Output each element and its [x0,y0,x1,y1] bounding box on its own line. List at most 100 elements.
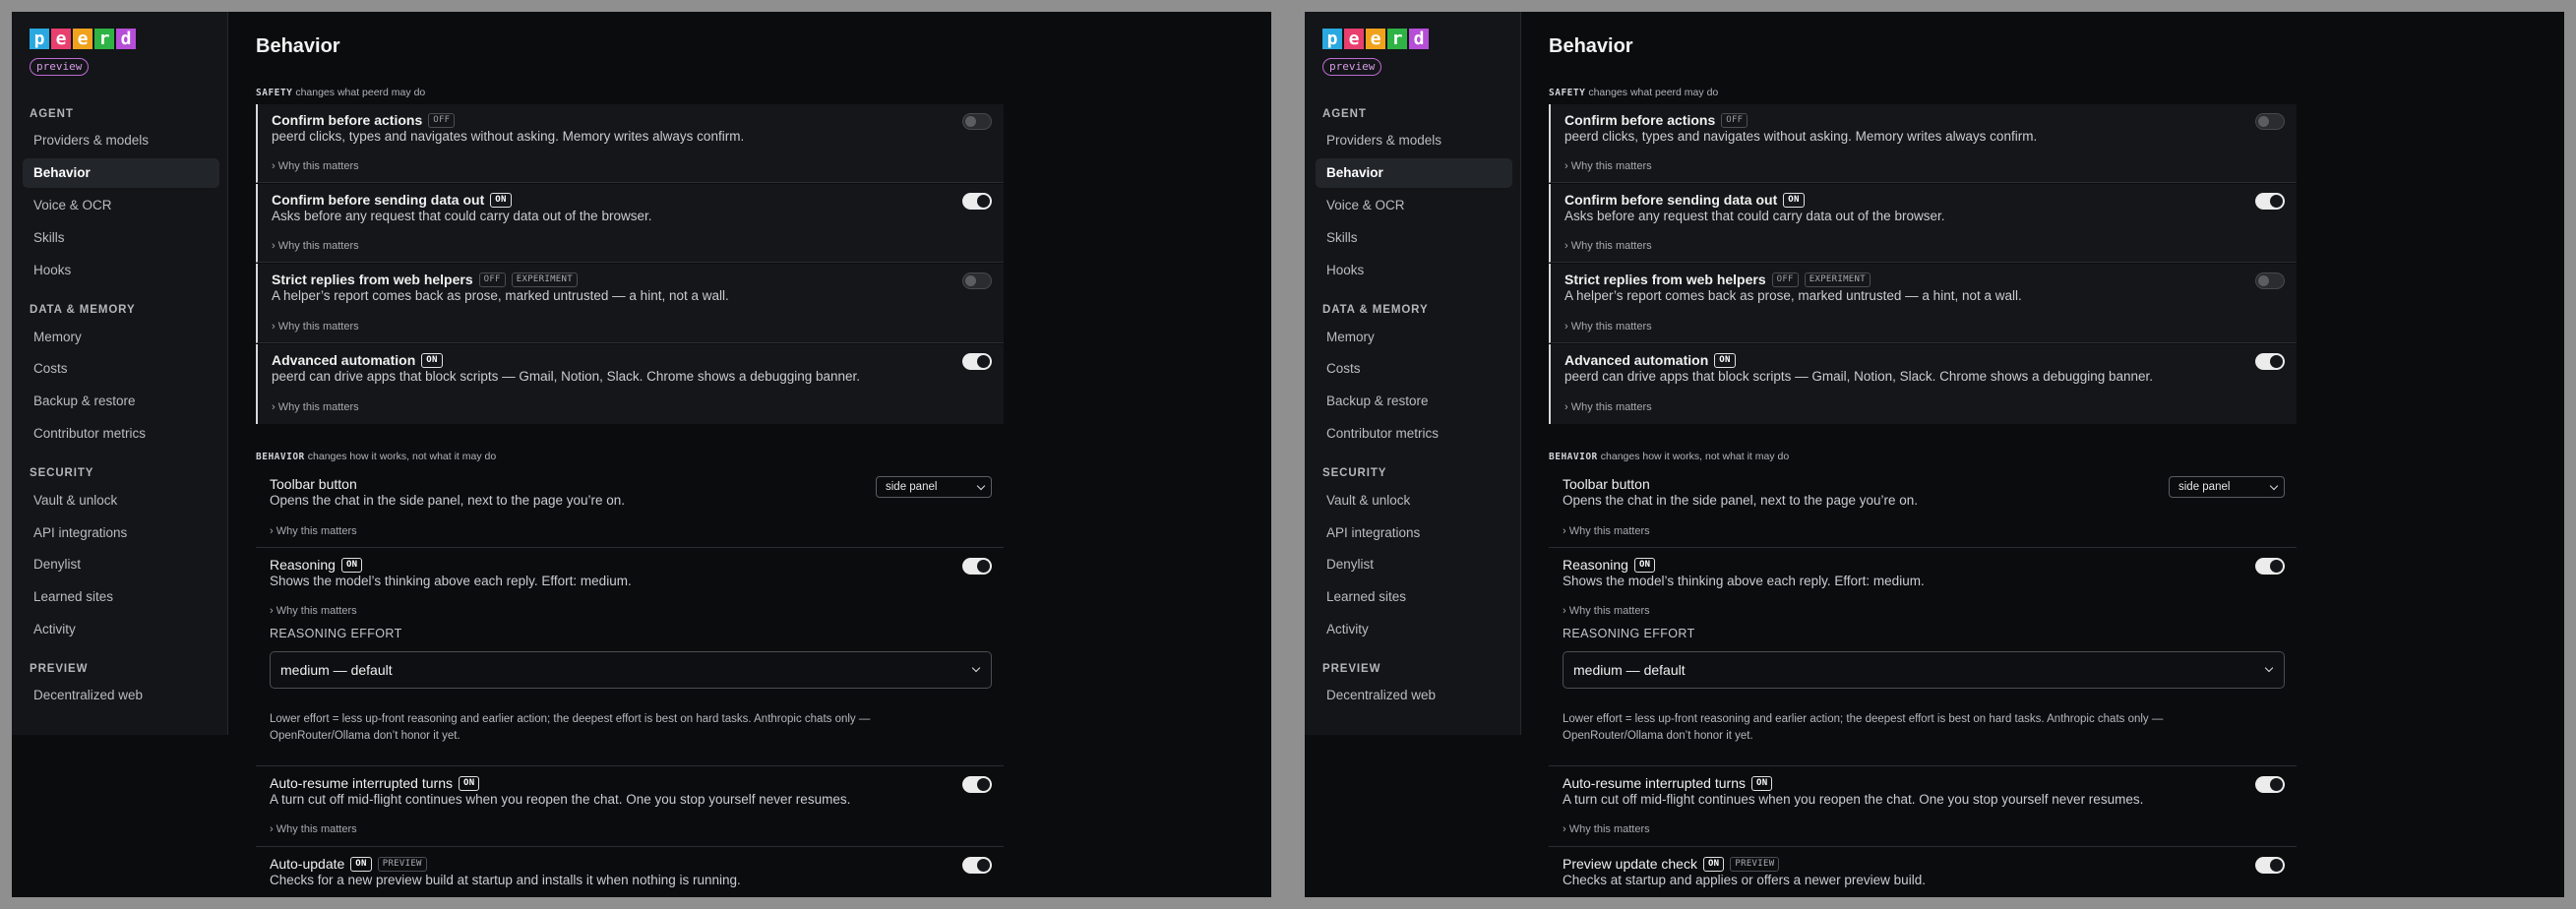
why-this-matters-link[interactable]: › Why this matters [1564,401,1652,413]
group-hint: changes how it works, not what it may do [1600,451,1790,462]
setting-title: Toolbar button [1563,476,1650,492]
status-badge: ON [1714,352,1736,368]
strict-replies-toggle[interactable] [962,273,992,289]
confirm-actions-toggle[interactable] [962,113,992,130]
toolbar-button-select[interactable]: side panel [2169,476,2285,498]
why-this-matters-link[interactable]: › Why this matters [1563,823,1650,835]
select-value: side panel [2178,481,2231,493]
advanced-automation-toggle[interactable] [2255,353,2285,370]
reasoning-effort-select[interactable]: medium — default [270,651,992,689]
select-value: medium — default [1573,662,1686,678]
why-this-matters-link[interactable]: › Why this matters [272,321,359,333]
setting-title: Confirm before actions OFF [1564,112,1748,128]
setting-toolbar-button: Toolbar button Opens the chat in the sid… [1549,468,2297,548]
reasoning-effort-select[interactable]: medium — default [1563,651,2285,689]
status-badge: ON [1750,775,1773,791]
sidebar: p e e r d preview AGENT Providers & mode… [12,12,228,735]
reasoning-toggle[interactable] [2255,558,2285,575]
auto-resume-toggle[interactable] [2255,776,2285,793]
sidebar-item-backup[interactable]: Backup & restore [1316,387,1512,416]
update-toggle[interactable] [2255,857,2285,874]
setting-toolbar-button: Toolbar button Opens the chat in the sid… [256,468,1004,548]
group-header-safety: SAFETY changes what peerd may do [1549,87,1718,98]
setting-title-text: Reasoning [1563,557,1628,573]
sidebar-item-denylist[interactable]: Denylist [23,550,219,579]
sidebar-item-decentralized-web[interactable]: Decentralized web [23,681,219,710]
toolbar-button-select[interactable]: side panel [876,476,992,498]
why-this-matters-link[interactable]: › Why this matters [270,525,357,537]
strict-replies-toggle[interactable] [2255,273,2285,289]
sidebar-item-vault[interactable]: Vault & unlock [23,486,219,515]
sidebar-item-denylist[interactable]: Denylist [1316,550,1512,579]
sidebar-item-activity[interactable]: Activity [1316,615,1512,644]
sidebar-item-voice-ocr[interactable]: Voice & OCR [1316,191,1512,220]
sidebar-item-hooks[interactable]: Hooks [1316,256,1512,285]
why-this-matters-link[interactable]: › Why this matters [270,605,357,617]
logo-letter-e: e [1344,29,1364,49]
group-label: SAFETY [256,88,293,98]
setting-update: Auto-update ON PREVIEW Checks for a new pr… [256,848,1004,897]
sidebar-item-skills[interactable]: Skills [1316,223,1512,253]
setting-title: Auto-resume interrupted turns ON [1563,775,1773,791]
sidebar-item-memory[interactable]: Memory [1316,323,1512,352]
sidebar-item-behavior[interactable]: Behavior [1316,158,1512,188]
why-this-matters-link[interactable]: › Why this matters [1564,321,1652,333]
setting-strict-replies: Strict replies from web helpers OFF EXPERI… [256,264,1004,343]
group-header-safety: SAFETY changes what peerd may do [256,87,425,98]
sidebar-item-hooks[interactable]: Hooks [23,256,219,285]
confirm-actions-toggle[interactable] [2255,113,2285,130]
sidebar-item-memory[interactable]: Memory [23,323,219,352]
status-badge: ON [421,352,443,368]
auto-resume-toggle[interactable] [962,776,992,793]
setting-description: A turn cut off mid-flight continues when… [1563,792,2144,807]
why-this-matters-link[interactable]: › Why this matters [1563,525,1650,537]
sidebar-item-voice-ocr[interactable]: Voice & OCR [23,191,219,220]
sidebar-item-costs[interactable]: Costs [23,354,219,384]
setting-confirm-data-out: Confirm before sending data out ON Asks b… [256,184,1004,263]
setting-title: Reasoning ON [1563,557,1656,573]
sidebar-item-contributor-metrics[interactable]: Contributor metrics [23,419,219,449]
setting-title-text: Preview update check [1563,856,1697,872]
reasoning-toggle[interactable] [962,558,992,575]
setting-confirm-actions: Confirm before actions OFF peerd clicks, … [256,104,1004,183]
page-title: Behavior [1549,35,1633,57]
sidebar-section-agent: AGENT [1322,108,1367,120]
why-this-matters-link[interactable]: › Why this matters [1564,240,1652,252]
confirm-data-out-toggle[interactable] [962,193,992,210]
sidebar-item-backup[interactable]: Backup & restore [23,387,219,416]
update-toggle[interactable] [962,857,992,874]
sidebar-item-activity[interactable]: Activity [23,615,219,644]
why-this-matters-link[interactable]: › Why this matters [270,823,357,835]
setting-title-text: Confirm before actions [272,112,423,128]
sidebar-item-contributor-metrics[interactable]: Contributor metrics [1316,419,1512,449]
chevron-down-icon [976,481,986,491]
sidebar-item-api-integrations[interactable]: API integrations [23,518,219,548]
setting-strict-replies: Strict replies from web helpers OFF EXPERI… [1549,264,2297,343]
why-this-matters-link[interactable]: › Why this matters [1564,160,1652,172]
status-badge: ON [340,557,363,573]
sidebar-item-providers[interactable]: Providers & models [23,126,219,155]
preview-tag: PREVIEW [1730,856,1780,872]
setting-title-text: Reasoning [270,557,336,573]
sidebar-item-behavior[interactable]: Behavior [23,158,219,188]
why-this-matters-link[interactable]: › Why this matters [272,401,359,413]
sidebar-item-learned-sites[interactable]: Learned sites [23,582,219,612]
logo-letter-r: r [94,29,114,49]
sidebar-item-providers[interactable]: Providers & models [1316,126,1512,155]
confirm-data-out-toggle[interactable] [2255,193,2285,210]
sidebar-item-learned-sites[interactable]: Learned sites [1316,582,1512,612]
setting-description: Shows the model’s thinking above each re… [1563,574,1925,588]
setting-advanced-automation: Advanced automation ON peerd can drive ap… [256,344,1004,424]
sidebar-item-skills[interactable]: Skills [23,223,219,253]
sidebar-item-costs[interactable]: Costs [1316,354,1512,384]
why-this-matters-link[interactable]: › Why this matters [1563,605,1650,617]
setting-update: Preview update check ON PREVIEW Checks at … [1549,848,2297,897]
why-this-matters-link[interactable]: › Why this matters [272,240,359,252]
sidebar-item-decentralized-web[interactable]: Decentralized web [1316,681,1512,710]
sidebar-item-api-integrations[interactable]: API integrations [1316,518,1512,548]
advanced-automation-toggle[interactable] [962,353,992,370]
setting-title-text: Auto-resume interrupted turns [270,775,453,791]
select-value: medium — default [280,662,393,678]
sidebar-item-vault[interactable]: Vault & unlock [1316,486,1512,515]
why-this-matters-link[interactable]: › Why this matters [272,160,359,172]
